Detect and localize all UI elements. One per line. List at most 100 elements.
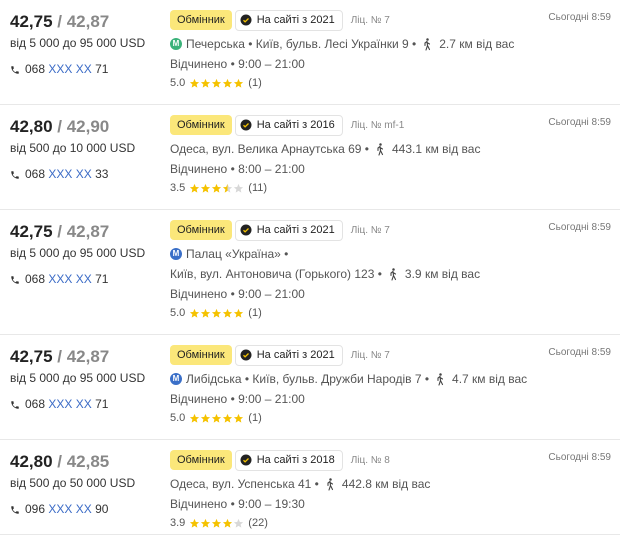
- updated-time: Сьогодні 8:59: [548, 12, 611, 23]
- phone-prefix: 096: [25, 502, 46, 516]
- rating-row[interactable]: 3.5 (11): [170, 181, 550, 195]
- address-text[interactable]: Одеса, вул. Успенська 41 •: [170, 476, 319, 492]
- offer-details: Обмінник На сайті з 2021 Ліц. № 7 М Печер…: [170, 8, 550, 90]
- distance-text: 2.7 км від вас: [439, 37, 515, 51]
- address-block: Одеса, вул. Велика Арнаутська 69 • 443.1 …: [170, 141, 550, 157]
- buy-rate: 42,75: [10, 222, 53, 241]
- offer-details: Обмінник На сайті з 2018 Ліц. № 8 Одеса,…: [170, 448, 550, 530]
- rating-value: 3.9: [170, 517, 186, 529]
- rating-stars: [189, 78, 244, 89]
- phone-masked-digits[interactable]: XXX XX: [48, 167, 91, 182]
- phone-masked-digits[interactable]: XXX XX: [48, 62, 91, 77]
- star-icon: [190, 183, 200, 193]
- walking-person-icon: [424, 37, 431, 51]
- star-icon: [212, 518, 222, 528]
- badges-row: Обмінник На сайті з 2021 Ліц. № 7: [170, 218, 550, 242]
- offer-details: Обмінник На сайті з 2021 Ліц. № 7 М Либід…: [170, 343, 550, 425]
- exchanger-type-badge: Обмінник: [170, 10, 232, 30]
- buy-rate: 42,75: [10, 347, 53, 366]
- phone-number[interactable]: 068 XXX XX 71: [10, 397, 160, 412]
- rate-separator: /: [52, 12, 67, 31]
- phone-suffix: 71: [95, 272, 109, 286]
- license-number: Ліц. № 7: [350, 224, 390, 236]
- phone-suffix: 90: [95, 502, 109, 516]
- sell-rate: 42,87: [66, 347, 110, 366]
- on-site-badge: На сайті з 2016: [234, 114, 343, 136]
- reviews-count[interactable]: (1): [248, 306, 261, 320]
- phone-prefix: 068: [25, 272, 46, 286]
- phone-masked-digits[interactable]: XXX XX: [48, 272, 91, 287]
- star-icon: [201, 78, 211, 88]
- on-site-text: На сайті з 2016: [256, 118, 335, 131]
- offer-card[interactable]: 42,75 / 42,87 від 5 000 до 95 000 USD 06…: [0, 0, 620, 105]
- walking-person-icon: [327, 477, 333, 491]
- phone-number[interactable]: 068 XXX XX 71: [10, 62, 160, 77]
- sell-rate: 42,87: [66, 222, 110, 241]
- offer-card[interactable]: 42,80 / 42,90 від 500 до 10 000 USD 068 …: [0, 105, 620, 210]
- buy-rate: 42,80: [10, 117, 53, 136]
- on-site-text: На сайті з 2021: [256, 223, 335, 236]
- address-text[interactable]: Київ, вул. Антоновича (Горького) 123 •: [170, 266, 382, 282]
- phone-suffix: 71: [95, 397, 109, 411]
- distance-text: 3.9 км від вас: [404, 267, 481, 281]
- address-text[interactable]: Палац «Україна» •: [186, 246, 288, 262]
- address-text[interactable]: Одеса, вул. Велика Арнаутська 69 •: [170, 141, 369, 157]
- star-icon: [223, 78, 233, 88]
- address-line: М Печерська • Київ, бульв. Лесі Українки …: [170, 36, 550, 52]
- opening-hours: Відчинено • 9:00 – 21:00: [170, 391, 550, 407]
- star-icon: [190, 413, 200, 423]
- phone-masked-digits[interactable]: XXX XX: [48, 397, 91, 412]
- star-icon: [223, 183, 233, 193]
- opening-hours: Відчинено • 9:00 – 21:00: [170, 286, 550, 302]
- walking-person-icon: [390, 267, 396, 281]
- rating-row[interactable]: 5.0 (1): [170, 76, 550, 90]
- offer-card[interactable]: 42,80 / 42,85 від 500 до 50 000 USD 096 …: [0, 440, 620, 535]
- phone-icon: [11, 275, 19, 284]
- star-icon: [234, 183, 244, 193]
- rating-row[interactable]: 5.0 (1): [170, 306, 550, 320]
- amount-range: від 500 до 50 000 USD: [10, 476, 136, 490]
- phone-prefix: 068: [25, 167, 46, 181]
- rating-stars: [189, 518, 244, 529]
- phone-masked-digits[interactable]: XXX XX: [48, 502, 91, 517]
- offer-card[interactable]: 42,75 / 42,87 від 5 000 до 95 000 USD 06…: [0, 210, 620, 335]
- verified-check-icon: [240, 119, 252, 131]
- star-icon: [234, 518, 244, 528]
- amount-range: від 5 000 до 95 000 USD: [10, 246, 146, 260]
- exchanger-type-badge: Обмінник: [170, 345, 232, 365]
- rating-row[interactable]: 5.0 (1): [170, 411, 550, 425]
- address-text[interactable]: Либідська • Київ, бульв. Дружби Народів …: [186, 371, 429, 387]
- buy-rate: 42,75: [10, 12, 53, 31]
- verified-check-icon: [240, 14, 252, 26]
- rating-row[interactable]: 3.9 (22): [170, 516, 550, 530]
- phone-icon: [11, 170, 19, 179]
- phone-number[interactable]: 096 XXX XX 90: [10, 502, 160, 517]
- rate-separator: /: [52, 117, 67, 136]
- offer-details: Обмінник На сайті з 2016 Ліц. № mf-1 Оде…: [170, 113, 550, 195]
- star-icon: [234, 308, 244, 318]
- sell-rate: 42,87: [66, 12, 110, 31]
- hours-text: Відчинено • 9:00 – 21:00: [170, 392, 305, 406]
- rating-value: 5.0: [170, 77, 186, 89]
- rate-separator: /: [52, 452, 67, 471]
- reviews-count[interactable]: (1): [248, 411, 261, 425]
- offer-card[interactable]: 42,75 / 42,87 від 5 000 до 95 000 USD 06…: [0, 335, 620, 440]
- star-icon: [201, 518, 211, 528]
- address-text[interactable]: Печерська • Київ, бульв. Лесі Українки 9…: [186, 36, 416, 52]
- license-number: Ліц. № 8: [350, 454, 390, 466]
- exchange-rate: 42,80 / 42,90: [10, 117, 160, 137]
- exchange-rate: 42,75 / 42,87: [10, 12, 160, 32]
- on-site-badge: На сайті з 2018: [234, 449, 343, 471]
- star-icon: [201, 413, 211, 423]
- phone-number[interactable]: 068 XXX XX 71: [10, 272, 160, 287]
- verified-check-icon: [240, 454, 252, 466]
- badges-row: Обмінник На сайті з 2016 Ліц. № mf-1: [170, 113, 550, 137]
- verified-check-icon: [240, 224, 252, 236]
- reviews-count[interactable]: (1): [248, 76, 261, 90]
- star-icon: [201, 308, 211, 318]
- phone-number[interactable]: 068 XXX XX 33: [10, 167, 160, 182]
- address-line: М Палац «Україна» •: [170, 246, 550, 262]
- reviews-count[interactable]: (11): [248, 181, 267, 195]
- reviews-count[interactable]: (22): [248, 516, 268, 530]
- metro-icon: М: [170, 248, 182, 260]
